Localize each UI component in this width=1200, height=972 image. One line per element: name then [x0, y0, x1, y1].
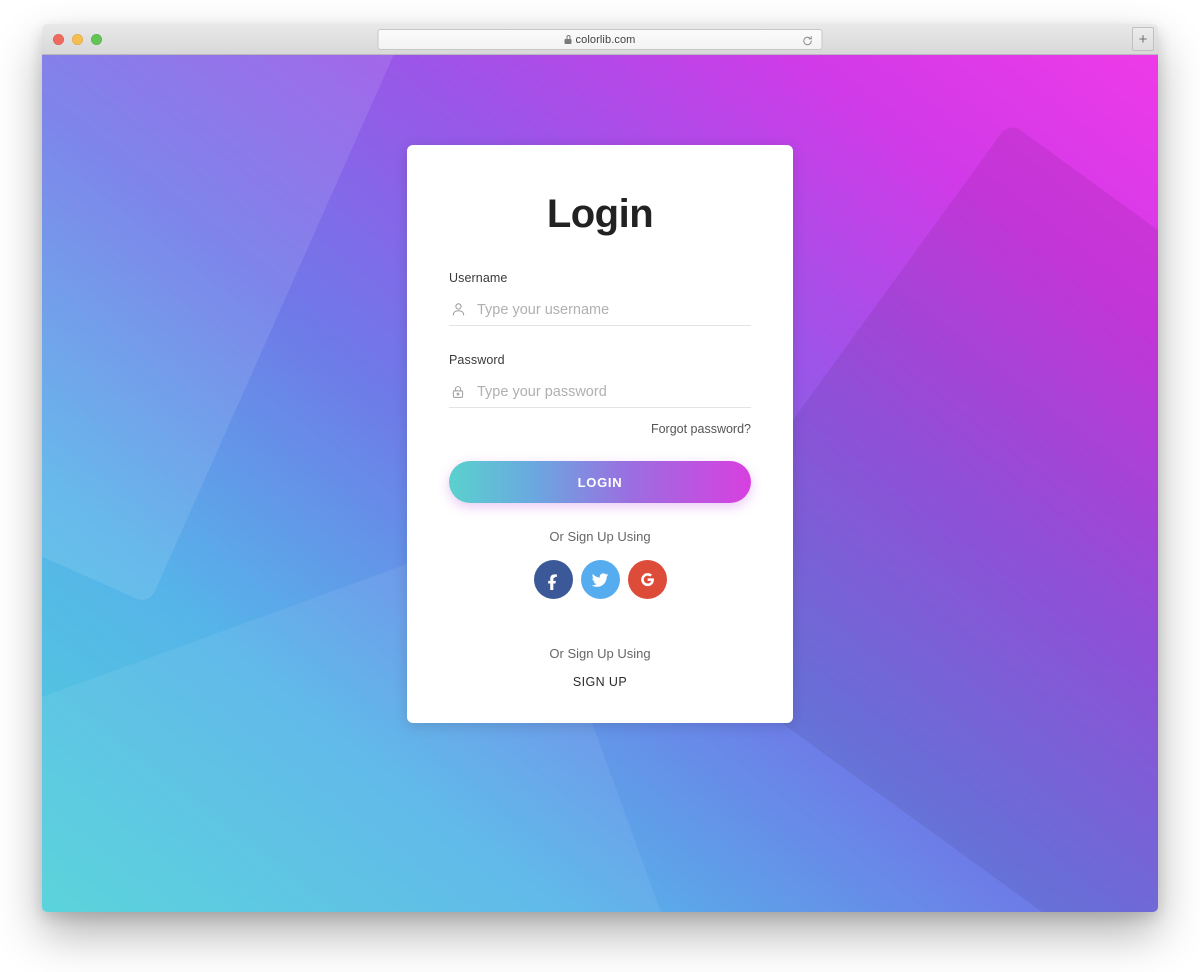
social-buttons-row	[449, 560, 751, 599]
google-icon[interactable]	[627, 560, 667, 599]
signup-link[interactable]: SIGN UP	[573, 675, 627, 689]
reload-icon[interactable]	[802, 34, 814, 46]
close-window-button[interactable]	[53, 34, 64, 45]
password-field-group: Password	[449, 353, 751, 408]
maximize-window-button[interactable]	[91, 34, 102, 45]
new-tab-button[interactable]: +	[1132, 27, 1154, 51]
browser-window: colorlib.com + Login Username Type your …	[42, 24, 1158, 912]
browser-titlebar: colorlib.com +	[42, 24, 1158, 55]
username-input[interactable]	[477, 301, 751, 318]
url-content: colorlib.com	[564, 33, 636, 46]
page-viewport: Login Username Password	[42, 55, 1158, 912]
page-title: Login	[546, 192, 654, 236]
username-label: Username	[449, 271, 508, 285]
password-field-row[interactable]	[449, 376, 751, 408]
password-label: Password	[449, 353, 505, 367]
login-card: Login Username Password	[407, 145, 793, 723]
forgot-password-link[interactable]: Forgot password?	[651, 422, 751, 436]
social-signup-label: Or Sign Up Using	[549, 529, 651, 544]
lock-icon	[564, 35, 572, 44]
username-field-group: Username	[449, 271, 751, 326]
facebook-icon[interactable]	[533, 560, 573, 599]
login-button[interactable]: LOGIN	[449, 461, 751, 503]
lock-icon	[449, 383, 467, 401]
bottom-signup-label: Or Sign Up Using	[549, 646, 651, 661]
password-input[interactable]	[477, 383, 751, 400]
plus-icon: +	[1138, 30, 1148, 48]
url-bar[interactable]: colorlib.com	[377, 29, 823, 50]
twitter-icon[interactable]	[580, 560, 620, 599]
minimize-window-button[interactable]	[72, 34, 83, 45]
url-text: colorlib.com	[575, 33, 636, 46]
bottom-signup-section: Or Sign Up Using SIGN UP	[407, 646, 793, 691]
user-icon	[449, 301, 467, 319]
traffic-lights	[53, 34, 102, 45]
forgot-password-row: Forgot password?	[449, 420, 751, 438]
username-field-row[interactable]	[449, 294, 751, 326]
